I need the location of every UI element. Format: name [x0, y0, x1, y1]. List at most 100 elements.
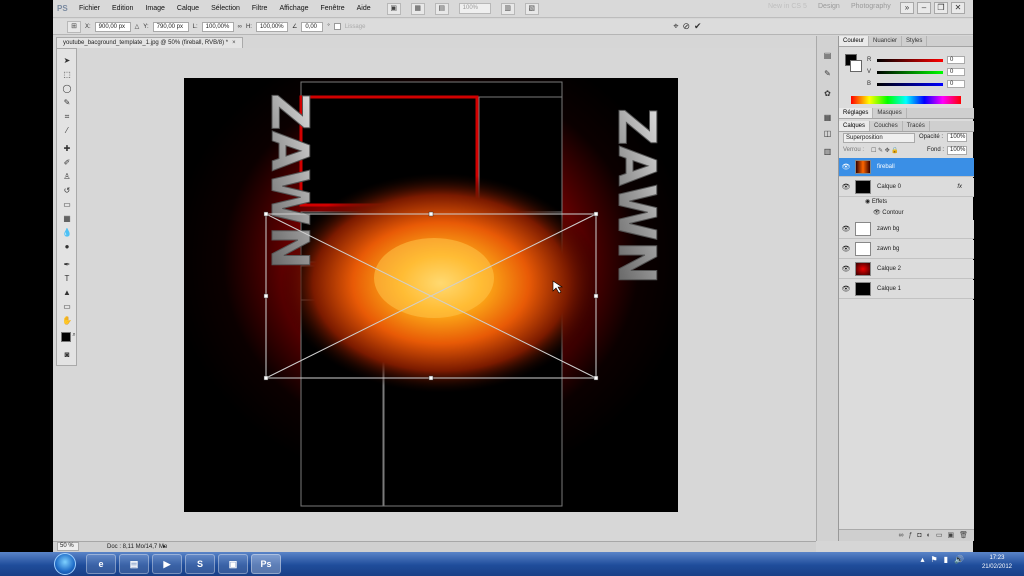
- zoom-level-select[interactable]: 100%: [458, 3, 491, 14]
- brush-tool-icon[interactable]: ✐: [60, 157, 74, 169]
- brushes-panel-icon[interactable]: ✿: [821, 88, 834, 100]
- tab-styles[interactable]: Styles: [902, 36, 928, 46]
- volume-icon[interactable]: 🔊: [954, 555, 964, 564]
- masks-panel-icon[interactable]: ◫: [821, 128, 834, 140]
- restore-button[interactable]: ❐: [934, 2, 948, 14]
- blue-value-field[interactable]: 0: [947, 80, 965, 88]
- flag-icon[interactable]: ⚑: [930, 555, 937, 564]
- layer-row-zawn-bg-1[interactable]: 👁 zawn bg: [839, 220, 974, 239]
- path-selection-tool-icon[interactable]: ▲: [60, 287, 74, 299]
- visibility-eye-icon[interactable]: 👁: [839, 163, 853, 171]
- tab-traces[interactable]: Tracés: [903, 121, 930, 131]
- layers-panel-icon[interactable]: ▥: [821, 146, 834, 158]
- visibility-eye-icon[interactable]: 👁: [839, 265, 853, 273]
- dodge-tool-icon[interactable]: ●: [60, 241, 74, 253]
- menu-calque[interactable]: Calque: [171, 5, 205, 12]
- mini-bridge-button[interactable]: ▦: [410, 2, 425, 15]
- workspace-overflow-button[interactable]: »: [900, 2, 914, 14]
- link-layers-icon[interactable]: ∞: [898, 530, 903, 541]
- lissage-checkbox[interactable]: [333, 23, 341, 30]
- handle-top[interactable]: [428, 211, 434, 217]
- history-panel-icon[interactable]: ▤: [821, 50, 834, 62]
- menu-fichier[interactable]: Fichier: [73, 5, 106, 12]
- workspace-new-in-cs5[interactable]: New in CS 5: [768, 3, 807, 10]
- visibility-eye-icon[interactable]: 👁: [839, 225, 853, 233]
- menu-aide[interactable]: Aide: [351, 5, 377, 12]
- layer-row-calque-1[interactable]: 👁 Calque 1: [839, 280, 974, 299]
- handle-top-left[interactable]: [263, 211, 269, 217]
- hand-tool-icon[interactable]: ✋: [60, 315, 74, 327]
- commit-transform-icon[interactable]: ✔: [694, 21, 702, 32]
- tab-masques[interactable]: Masques: [873, 108, 907, 118]
- skype-icon[interactable]: S: [185, 554, 215, 574]
- healing-brush-tool-icon[interactable]: ✚: [60, 143, 74, 155]
- handle-top-right[interactable]: [593, 211, 599, 217]
- blue-slider[interactable]: [877, 82, 943, 86]
- menu-selection[interactable]: Sélection: [205, 5, 246, 12]
- file-explorer-icon[interactable]: ▤: [119, 554, 149, 574]
- text-tool-icon[interactable]: T: [60, 273, 74, 285]
- close-button[interactable]: ✕: [951, 2, 965, 14]
- red-slider[interactable]: [877, 58, 943, 62]
- warp-mode-icon[interactable]: ⌖: [673, 21, 678, 32]
- adjustment-layer-icon[interactable]: ◐: [927, 530, 931, 541]
- handle-left[interactable]: [263, 293, 269, 299]
- arrange-documents-button[interactable]: ▥: [500, 2, 515, 15]
- photoshop-taskbar-button[interactable]: Ps: [251, 554, 281, 574]
- clone-stamp-tool-icon[interactable]: ♙: [60, 171, 74, 183]
- green-slider[interactable]: [877, 70, 943, 74]
- crop-tool-icon[interactable]: ⌗: [60, 111, 74, 123]
- menu-fenetre[interactable]: Fenêtre: [315, 5, 351, 12]
- height-field[interactable]: 100,00%: [255, 21, 288, 32]
- actions-panel-icon[interactable]: ✎: [821, 68, 834, 80]
- effects-row[interactable]: ◉ Effets: [839, 197, 974, 208]
- marquee-tool-icon[interactable]: ⬚: [60, 69, 74, 81]
- link-icon[interactable]: ∞: [238, 24, 242, 30]
- foreground-color-swatch[interactable]: [61, 332, 71, 342]
- quick-selection-tool-icon[interactable]: ✎: [60, 97, 74, 109]
- adjust-panel-icon[interactable]: ▦: [821, 112, 834, 124]
- handle-bottom-left[interactable]: [263, 375, 269, 381]
- screen-mode-button[interactable]: ▧: [524, 2, 539, 15]
- opacity-field[interactable]: 100%: [947, 133, 967, 142]
- blend-mode-select[interactable]: Superposition: [843, 133, 915, 143]
- contour-eye-icon[interactable]: 👁: [873, 210, 882, 216]
- shape-tool-icon[interactable]: ▭: [60, 301, 74, 313]
- lock-icons[interactable]: ☐ ✎ ✥ 🔒: [871, 147, 899, 154]
- blur-tool-icon[interactable]: 💧: [60, 227, 74, 239]
- visibility-eye-icon[interactable]: 👁: [839, 285, 853, 293]
- status-menu-arrow-icon[interactable]: ▸: [163, 542, 166, 552]
- network-icon[interactable]: ▮: [944, 555, 948, 564]
- contour-effect-row[interactable]: 👁 Contour: [839, 208, 974, 219]
- handle-right[interactable]: [593, 293, 599, 299]
- width-field[interactable]: 100,00%: [201, 21, 234, 32]
- app-icon[interactable]: ▣: [218, 554, 248, 574]
- delete-layer-icon[interactable]: 🗑: [959, 530, 968, 541]
- x-field[interactable]: 900,00 px: [94, 21, 131, 32]
- angle-field[interactable]: 0,00: [301, 21, 324, 32]
- minimize-button[interactable]: –: [917, 2, 931, 14]
- y-field[interactable]: 790,00 px: [152, 21, 189, 32]
- zoom-field[interactable]: 50 %: [57, 542, 79, 551]
- menu-edition[interactable]: Edition: [106, 5, 139, 12]
- media-player-icon[interactable]: ▶: [152, 554, 182, 574]
- zoom-tool-icon[interactable]: ⌕: [71, 329, 77, 341]
- doc-info[interactable]: Doc : 8,11 Mo/14,7 Mo: [107, 542, 167, 552]
- color-spectrum[interactable]: [851, 96, 961, 104]
- eyedropper-tool-icon[interactable]: ⁄: [60, 125, 74, 137]
- history-brush-tool-icon[interactable]: ↺: [60, 185, 74, 197]
- cancel-transform-icon[interactable]: ⊘: [683, 21, 691, 32]
- layer-row-calque-0[interactable]: 👁 Calque 0 fx: [839, 178, 974, 197]
- tab-couleur[interactable]: Couleur: [839, 36, 870, 46]
- add-style-icon[interactable]: ƒ: [908, 530, 912, 541]
- tab-nuancier[interactable]: Nuancier: [869, 36, 903, 46]
- reference-point-icon[interactable]: ⊞: [67, 20, 81, 33]
- new-group-icon[interactable]: ▭: [936, 530, 943, 541]
- visibility-eye-icon[interactable]: 👁: [839, 183, 853, 191]
- tray-arrow-icon[interactable]: ▴: [920, 555, 924, 564]
- view-extras-button[interactable]: ▤: [434, 2, 449, 15]
- fill-field[interactable]: 100%: [947, 146, 967, 155]
- close-tab-icon[interactable]: ×: [232, 40, 236, 46]
- workspace-photography[interactable]: Photography: [851, 3, 891, 10]
- pen-tool-icon[interactable]: ✒: [60, 259, 74, 271]
